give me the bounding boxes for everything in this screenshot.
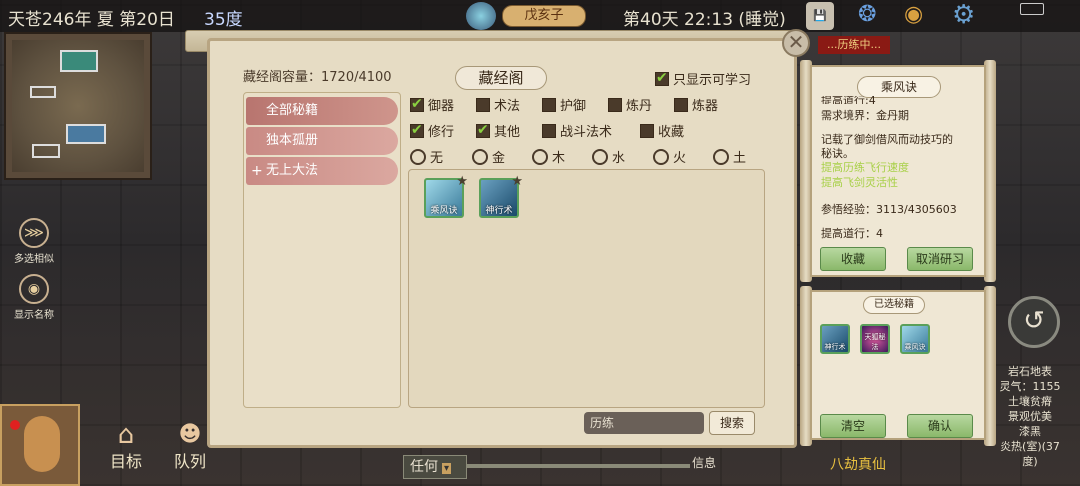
panel-title: 藏经阁 (455, 66, 547, 90)
queue-button[interactable]: ☻ 队列 (168, 422, 212, 472)
back-icon[interactable]: ↺ (1008, 296, 1060, 348)
category-list: 全部秘籍 独本孤册 + 无上大法 (243, 92, 401, 408)
filter-huyu[interactable]: 护御 (542, 94, 586, 114)
selected-skill[interactable]: 乘风诀 (900, 324, 930, 354)
filter-xiuxing[interactable]: 修行 (410, 120, 454, 140)
temperature-text: 35度 (204, 10, 243, 30)
terrain-info: 岩石地表 灵气：1155 土壤贫瘠 景观优美 漆黑 炎热(室)(37度) (999, 365, 1061, 468)
category-unique[interactable]: 独本孤册 (246, 127, 398, 155)
multi-select-icon: ⋙ (19, 218, 49, 248)
filter-qita[interactable]: 其他 (476, 120, 520, 140)
close-icon[interactable]: ✕ (782, 29, 810, 57)
house-icon: ⌂ (117, 420, 135, 450)
eye-icon: ◉ (19, 274, 49, 304)
top-status-bar: 天苍246年 夏 第20日 35度 戊亥子 第40天 22:13 (睡觉) 💾 … (0, 0, 1080, 32)
character-portrait[interactable] (0, 404, 80, 486)
minimap[interactable] (4, 32, 152, 180)
skill-card[interactable]: ★ 神行术 (479, 174, 523, 218)
radio-earth[interactable]: 土 (713, 146, 746, 166)
emblem-icon[interactable]: ❂ (858, 2, 876, 27)
filter-lianqi[interactable]: 炼器 (674, 94, 718, 114)
search-input[interactable]: 历练 (584, 412, 704, 434)
selected-skill[interactable]: 天狐秘法 (860, 324, 890, 354)
selected-skill[interactable]: 神行术 (820, 324, 850, 354)
radio-water[interactable]: 水 (592, 146, 625, 166)
collect-button[interactable]: 收藏 (820, 247, 886, 271)
battery-icon (1020, 3, 1044, 15)
radio-fire[interactable]: 火 (653, 146, 686, 166)
target-button[interactable]: ⌂ 目标 (104, 422, 148, 472)
save-icon[interactable]: 💾 (806, 2, 834, 30)
star-icon: ★ (456, 174, 468, 189)
capacity-label: 藏经阁容量：1720/4100 (243, 70, 392, 85)
filter-shufa[interactable]: 术法 (476, 94, 520, 114)
category-all[interactable]: 全部秘籍 (246, 97, 398, 125)
tribulation-text: 八劫真仙 (830, 457, 886, 473)
chevron-down-icon: ▾ (442, 463, 452, 474)
alert-dot (10, 420, 20, 430)
filter-collect[interactable]: 收藏 (640, 120, 684, 140)
day-time-text: 第40天 22:13 (睡觉) (623, 10, 786, 30)
plus-icon: + (251, 163, 263, 179)
slider-track[interactable] (466, 464, 690, 468)
any-dropdown[interactable]: 任何 ▾ (403, 455, 467, 479)
palette-icon[interactable]: ◉ (904, 2, 923, 27)
filter-yuqi[interactable]: 御器 (410, 94, 454, 114)
only-learnable-toggle[interactable]: 只显示可学习 (655, 68, 751, 88)
multi-select-button[interactable]: ⋙ 多选相似 (8, 218, 60, 265)
filter-liandan[interactable]: 炼丹 (608, 94, 652, 114)
radio-none[interactable]: 无 (410, 146, 443, 166)
category-supreme[interactable]: + 无上大法 (246, 157, 398, 185)
training-badge: ...历练中... (818, 36, 890, 54)
info-label[interactable]: 信息 (692, 454, 716, 471)
filter-combat-spells[interactable]: 战斗法术 (542, 120, 612, 140)
info-title: 乘风诀 (857, 76, 941, 98)
checkbox-only-learnable[interactable] (655, 70, 669, 86)
selected-title: 已选秘籍 (863, 296, 925, 314)
gourd-icon (24, 416, 60, 472)
radio-wood[interactable]: 木 (532, 146, 565, 166)
radio-metal[interactable]: 金 (472, 146, 505, 166)
skill-card[interactable]: ★ 乘风诀 (424, 174, 468, 218)
gear-icon[interactable]: ⚙ (952, 0, 975, 30)
cancel-study-button[interactable]: 取消研习 (907, 247, 973, 271)
confirm-button[interactable]: 确认 (907, 414, 973, 438)
star-icon: ★ (511, 174, 523, 189)
calendar-text: 天苍246年 夏 第20日 (8, 10, 175, 30)
clear-button[interactable]: 清空 (820, 414, 886, 438)
people-icon: ☻ (178, 422, 202, 447)
show-names-button[interactable]: ◉ 显示名称 (8, 274, 60, 321)
search-button[interactable]: 搜索 (709, 411, 755, 435)
ganzhi-plate: 戊亥子 (502, 5, 586, 27)
skill-grid: ★ 乘风诀 ★ 神行术 (408, 169, 765, 408)
yinyang-icon[interactable] (466, 2, 496, 30)
